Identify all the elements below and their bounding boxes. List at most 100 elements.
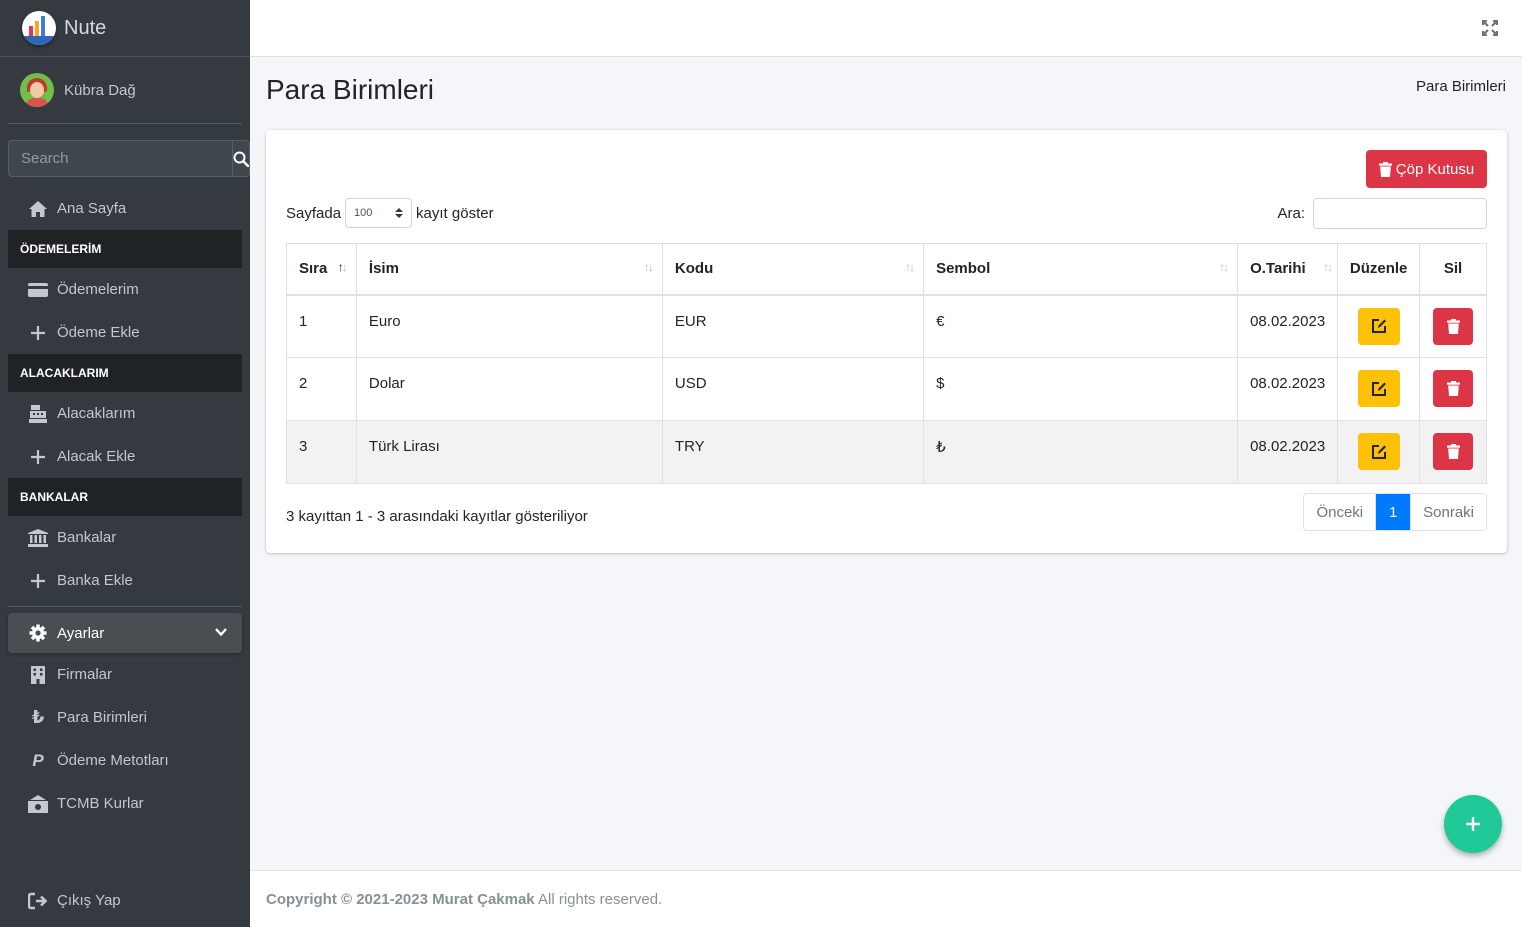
sidebar-item-home[interactable]: Ana Sayfa bbox=[8, 187, 242, 230]
filter-input[interactable] bbox=[1313, 198, 1487, 229]
edit-button[interactable] bbox=[1357, 433, 1400, 470]
sidebar-item-label: TCMB Kurlar bbox=[57, 795, 144, 812]
edit-button[interactable] bbox=[1357, 370, 1400, 407]
brand-logo-icon bbox=[22, 11, 56, 45]
sidebar-item-add-bank[interactable]: Banka Ekle bbox=[8, 559, 242, 602]
cell-edit bbox=[1337, 420, 1421, 484]
cell-isim: Euro bbox=[355, 294, 663, 358]
column-header-delete: Sil bbox=[1419, 243, 1487, 296]
table-header-row: Sıra ↑↓ İsim ↑↓ Kodu ↑↓ Sembol ↑↓ O.Tarihi ↑↓… bbox=[286, 243, 1487, 296]
pagination-page-1[interactable]: 1 bbox=[1376, 494, 1411, 530]
cell-delete bbox=[1419, 294, 1487, 358]
cell-tarih: 08.02.2023 bbox=[1237, 294, 1339, 358]
sidebar-item-receivables[interactable]: Alacaklarım bbox=[8, 392, 242, 435]
avatar bbox=[20, 73, 54, 107]
sort-icon: ↑↓ bbox=[905, 260, 915, 274]
sidebar-item-label: Ödemelerim bbox=[57, 281, 139, 298]
column-header-sira[interactable]: Sıra ↑↓ bbox=[286, 243, 357, 296]
cell-tarih: 08.02.2023 bbox=[1237, 420, 1339, 484]
nav-divider bbox=[8, 606, 242, 607]
sidebar-item-label: Alacak Ekle bbox=[57, 448, 136, 465]
sort-icon: ↑↓ bbox=[1219, 260, 1229, 274]
pagination: Önceki 1 Sonraki bbox=[1303, 493, 1487, 531]
cell-sembol: ₺ bbox=[923, 420, 1239, 484]
cell-edit bbox=[1337, 294, 1421, 358]
delete-button[interactable] bbox=[1433, 433, 1474, 470]
sidebar-item-add-payment[interactable]: Ödeme Ekle bbox=[8, 311, 242, 354]
pagination-prev[interactable]: Önceki bbox=[1304, 494, 1377, 530]
cell-sira: 2 bbox=[286, 357, 357, 421]
cell-kodu: TRY bbox=[661, 420, 925, 484]
footer-rights: All rights reserved. bbox=[534, 890, 663, 908]
delete-button[interactable] bbox=[1433, 307, 1474, 345]
sidebar-item-companies[interactable]: Firmalar bbox=[8, 653, 242, 696]
sidebar-item-label: Ana Sayfa bbox=[57, 200, 127, 217]
plus-icon bbox=[1466, 817, 1480, 831]
home-icon bbox=[28, 199, 48, 219]
page-length-value: 100 bbox=[354, 207, 373, 219]
column-header-isim[interactable]: İsim ↑↓ bbox=[355, 243, 663, 296]
sidebar-item-logout[interactable]: Çıkış Yap bbox=[8, 879, 242, 922]
cell-kodu: EUR bbox=[661, 294, 925, 358]
sort-icon: ↑↓ bbox=[643, 260, 654, 274]
plus-icon bbox=[28, 323, 48, 343]
sidebar-item-payments[interactable]: Ödemelerim bbox=[8, 268, 242, 311]
fullscreen-icon[interactable] bbox=[1481, 19, 1499, 37]
top-navbar bbox=[250, 0, 1522, 57]
column-header-kodu[interactable]: Kodu ↑↓ bbox=[661, 243, 925, 296]
sidebar-item-banks[interactable]: Bankalar bbox=[8, 516, 242, 559]
brand-link[interactable]: Nute bbox=[0, 0, 250, 57]
filter-label: Ara: bbox=[1277, 205, 1305, 222]
add-floating-button[interactable] bbox=[1444, 795, 1502, 853]
brand-text: Nute bbox=[64, 16, 107, 39]
table-row: 2 Dolar USD $ 08.02.2023 bbox=[286, 357, 1487, 421]
search-icon bbox=[233, 151, 249, 167]
table-row: 1 Euro EUR € 08.02.2023 bbox=[286, 294, 1487, 358]
length-suffix: kayıt göster bbox=[416, 204, 494, 222]
trash-button[interactable]: Çöp Kutusu bbox=[1366, 150, 1487, 188]
length-prefix: Sayfada bbox=[286, 204, 342, 222]
sidebar-item-label: Para Birimleri bbox=[57, 709, 148, 726]
search-input[interactable] bbox=[8, 140, 232, 177]
gear-icon bbox=[28, 623, 48, 643]
column-header-sembol[interactable]: Sembol ↑↓ bbox=[923, 243, 1239, 296]
edit-icon bbox=[1371, 319, 1386, 333]
exchange-rates-icon bbox=[28, 794, 48, 814]
plus-icon bbox=[28, 447, 48, 467]
cell-kodu: USD bbox=[661, 357, 925, 421]
cell-sira: 3 bbox=[286, 420, 357, 484]
page-length-select[interactable]: 100 bbox=[345, 198, 413, 228]
user-panel[interactable]: Kübra Dağ bbox=[8, 57, 242, 124]
user-name[interactable]: Kübra Dağ bbox=[64, 82, 136, 99]
select-arrows-icon bbox=[395, 208, 404, 218]
edit-icon bbox=[1371, 444, 1386, 459]
cell-isim: Türk Lirası bbox=[355, 420, 663, 484]
trash-icon bbox=[1446, 381, 1460, 396]
sidebar-item-label: Banka Ekle bbox=[57, 572, 133, 589]
column-header-tarih[interactable]: O.Tarihi ↑↓ bbox=[1237, 243, 1339, 296]
sidebar-item-tcmb-rates[interactable]: TCMB Kurlar bbox=[8, 782, 242, 825]
trash-icon bbox=[1446, 444, 1460, 459]
pagination-next[interactable]: Sonraki bbox=[1410, 494, 1486, 530]
sidebar-item-label: Alacaklarım bbox=[57, 405, 136, 422]
breadcrumb: Para Birimleri bbox=[1415, 78, 1506, 95]
cell-isim: Dolar bbox=[355, 357, 663, 421]
plus-icon bbox=[28, 571, 48, 591]
sidebar-item-currencies[interactable]: ₺ Para Birimleri bbox=[8, 696, 242, 739]
cell-edit bbox=[1337, 357, 1421, 421]
search-button[interactable] bbox=[232, 140, 250, 177]
sidebar-search bbox=[8, 140, 250, 177]
sidebar-item-label: Ayarlar bbox=[57, 624, 105, 642]
sidebar-item-label: Bankalar bbox=[57, 529, 117, 546]
delete-button[interactable] bbox=[1433, 370, 1474, 407]
sidebar-item-settings[interactable]: Ayarlar bbox=[8, 613, 242, 653]
trash-icon bbox=[1446, 318, 1460, 334]
sidebar-item-add-receivable[interactable]: Alacak Ekle bbox=[8, 435, 242, 478]
edit-icon bbox=[1371, 381, 1386, 396]
trash-icon bbox=[1378, 161, 1392, 177]
nav-header-banks: BANKALAR bbox=[8, 478, 242, 516]
sidebar-item-payment-methods[interactable]: P Ödeme Metotları bbox=[8, 739, 242, 782]
edit-button[interactable] bbox=[1357, 307, 1400, 345]
page-title: Para Birimleri bbox=[266, 74, 435, 105]
currencies-card: Çöp Kutusu Sayfada 100 kayıt göster Ara:… bbox=[266, 130, 1507, 553]
